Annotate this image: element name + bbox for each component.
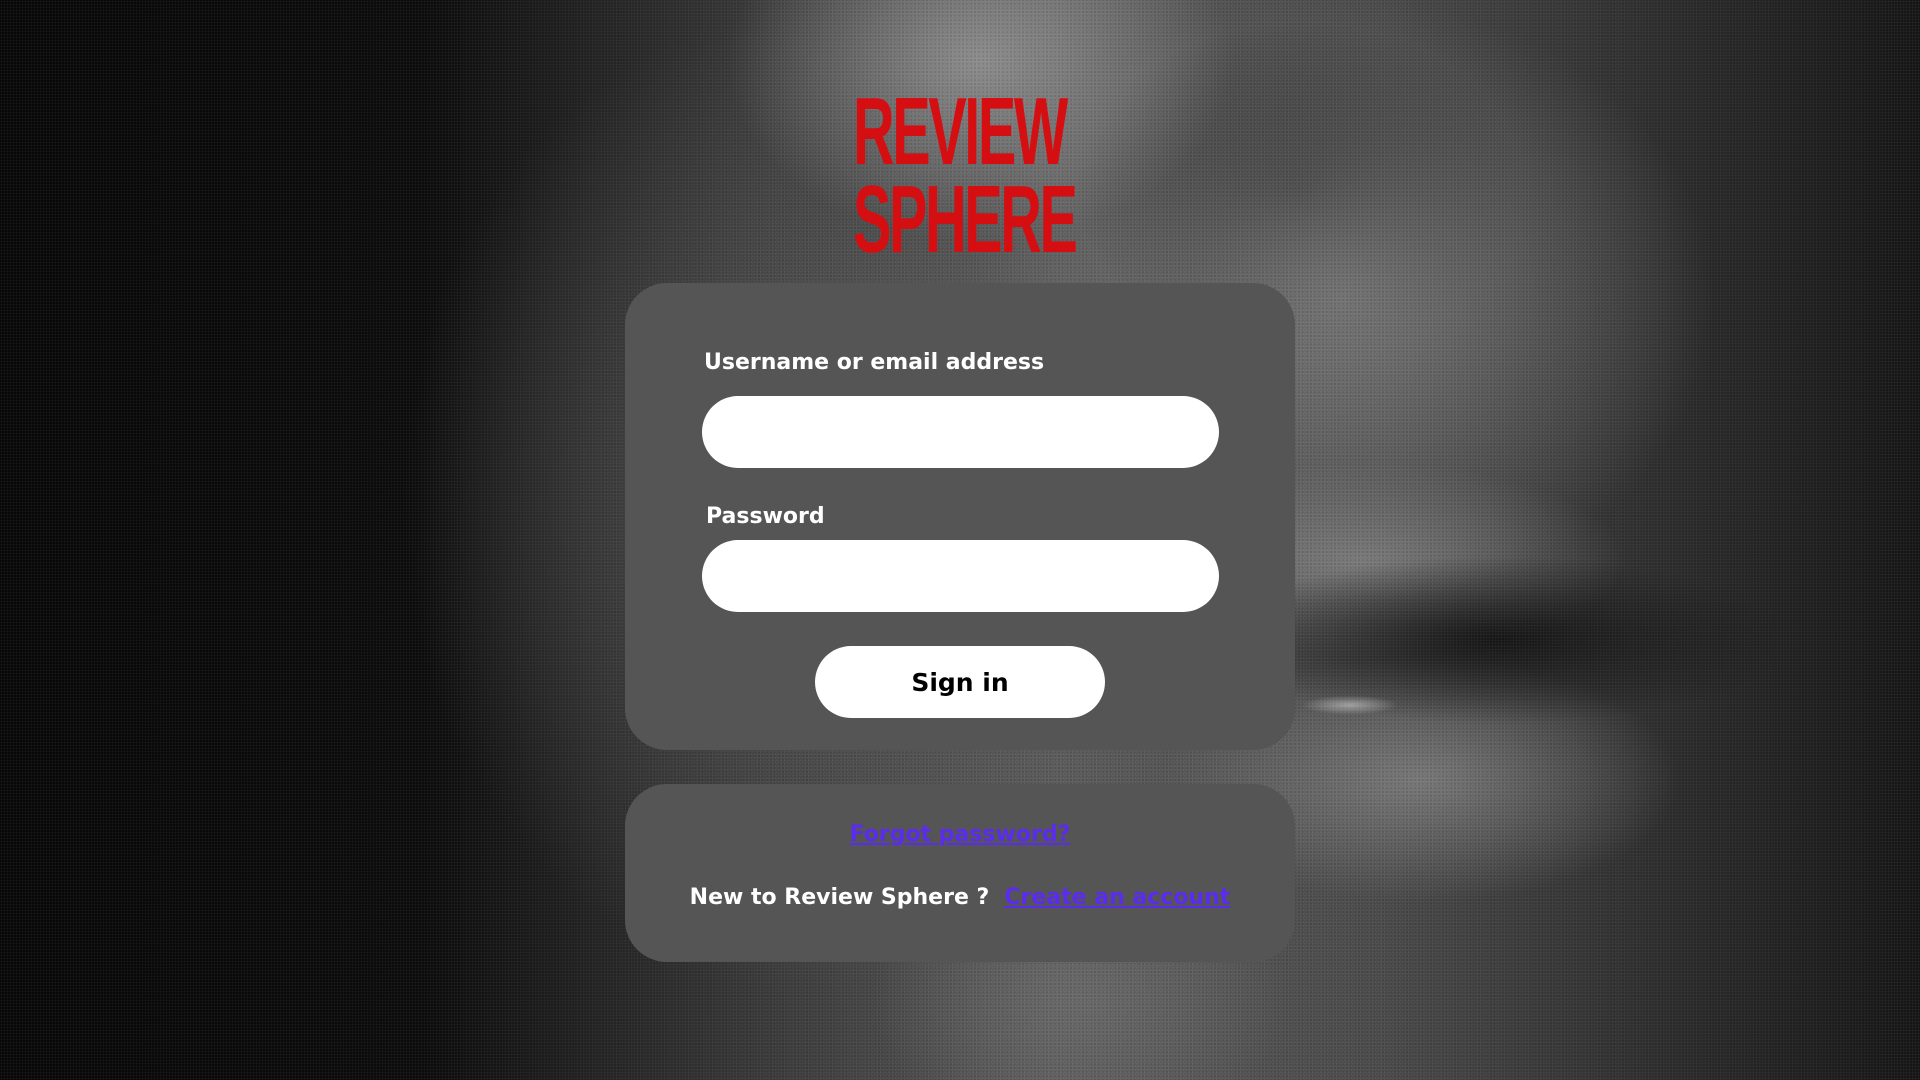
- account-links-card: Forgot password? New to Review Sphere ? …: [625, 784, 1295, 962]
- password-label: Password: [706, 504, 825, 529]
- username-label: Username or email address: [704, 350, 1045, 375]
- sign-in-button[interactable]: Sign in: [815, 646, 1105, 718]
- create-account-link[interactable]: Create an account: [1004, 885, 1230, 910]
- new-user-prompt: New to Review Sphere ?: [689, 885, 990, 910]
- password-input[interactable]: [702, 540, 1219, 612]
- forgot-password-link[interactable]: Forgot password?: [850, 822, 1071, 847]
- review-sphere-logo: REVIEW SPHERE: [853, 78, 1078, 274]
- logo-line-sphere: SPHERE: [853, 166, 1078, 274]
- login-page: REVIEW SPHERE Username or email address …: [0, 0, 1920, 1080]
- background-photo-highlight: [1290, 692, 1420, 718]
- signup-prompt-row: New to Review Sphere ? Create an account: [625, 885, 1295, 910]
- logo-line-review: REVIEW: [853, 78, 1068, 185]
- forgot-password-row: Forgot password?: [625, 822, 1295, 847]
- username-input[interactable]: [702, 396, 1219, 468]
- login-form-card: Username or email address Password Sign …: [625, 283, 1295, 750]
